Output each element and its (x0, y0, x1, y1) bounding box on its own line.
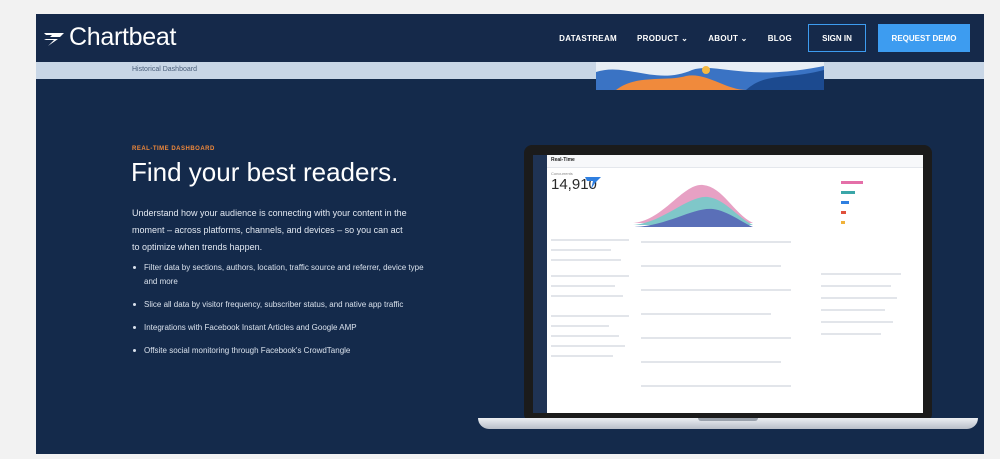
nav-link-datastream[interactable]: DATASTREAM (559, 34, 617, 43)
feature-list: Filter data by sections, authors, locati… (132, 261, 432, 367)
article-row (641, 385, 791, 387)
nav-link-about[interactable]: ABOUT ⌄ (708, 34, 748, 43)
row-line (821, 273, 901, 275)
hero-eyebrow: REAL-TIME DASHBOARD (132, 146, 215, 152)
row-line (551, 285, 615, 287)
article-row (641, 337, 791, 339)
row-line (551, 335, 619, 337)
chartbeat-logo[interactable]: Chartbeat (42, 23, 176, 52)
feature-item: Integrations with Facebook Instant Artic… (132, 321, 432, 335)
nav-link-about-label: ABOUT (708, 33, 739, 43)
row-line (551, 325, 609, 327)
left-panel-rows (551, 235, 631, 405)
chartbeat-mark-icon (585, 177, 601, 189)
article-list (641, 235, 811, 405)
row-line (551, 345, 625, 347)
row-line (551, 249, 611, 251)
top-navigation: Chartbeat DATASTREAM PRODUCT ⌄ ABOUT ⌄ B… (36, 14, 984, 62)
bar-teal (841, 191, 855, 194)
feature-item: Offsite social monitoring through Facebo… (132, 344, 432, 358)
sign-in-button[interactable]: SIGN IN (808, 24, 866, 52)
subbar-label: Historical Dashboard (132, 66, 197, 73)
hero-description: Understand how your audience is connecti… (132, 208, 407, 252)
feature-item: Filter data by sections, authors, locati… (132, 261, 432, 289)
article-row (641, 241, 791, 243)
row-line (821, 321, 893, 323)
row-line (551, 315, 629, 317)
nav-link-product-label: PRODUCT (636, 33, 679, 43)
hero-headline: Find your best readers. (131, 157, 399, 187)
hero-image-strip: Historical Dashboard (36, 62, 984, 79)
article-row (641, 289, 791, 291)
bar-red (841, 211, 846, 214)
row-line (551, 259, 621, 261)
chevron-down-icon: ⌄ (681, 33, 689, 43)
nav-link-product[interactable]: PRODUCT ⌄ (637, 34, 688, 43)
bar-yellow (841, 221, 845, 224)
app-header: Real-Time (547, 155, 923, 168)
row-line (551, 239, 629, 241)
request-demo-button[interactable]: REQUEST DEMO (878, 24, 970, 52)
feature-item: Slice all data by visitor frequency, sub… (132, 298, 432, 312)
row-line (551, 355, 613, 357)
right-panel (821, 173, 917, 403)
row-line (821, 333, 881, 335)
laptop-screen: Real-Time Concurrents 14,910 (524, 145, 932, 422)
row-line (551, 275, 629, 277)
laptop-notch (698, 418, 758, 421)
dashboard-screenshot: Real-Time Concurrents 14,910 (533, 155, 923, 413)
row-line (821, 309, 885, 311)
bar-blue (841, 201, 849, 204)
bar-pink (841, 181, 863, 184)
row-line (821, 297, 897, 299)
article-row (641, 265, 781, 267)
chevron-down-icon: ⌄ (740, 33, 748, 43)
article-row (641, 361, 781, 363)
nav-links: DATASTREAM PRODUCT ⌄ ABOUT ⌄ BLOG SIGN I… (559, 14, 984, 62)
row-line (821, 285, 891, 287)
chartbeat-logo-icon (44, 32, 64, 46)
traffic-area-chart (633, 184, 753, 227)
page-frame: Chartbeat DATASTREAM PRODUCT ⌄ ABOUT ⌄ B… (36, 14, 984, 454)
row-line (551, 295, 623, 297)
app-title: Real-Time (551, 157, 575, 163)
hero-map-art (596, 62, 824, 90)
app-sidebar (533, 155, 547, 413)
nav-link-blog[interactable]: BLOG (768, 34, 792, 43)
logo-text: Chartbeat (69, 23, 177, 51)
article-row (641, 313, 771, 315)
